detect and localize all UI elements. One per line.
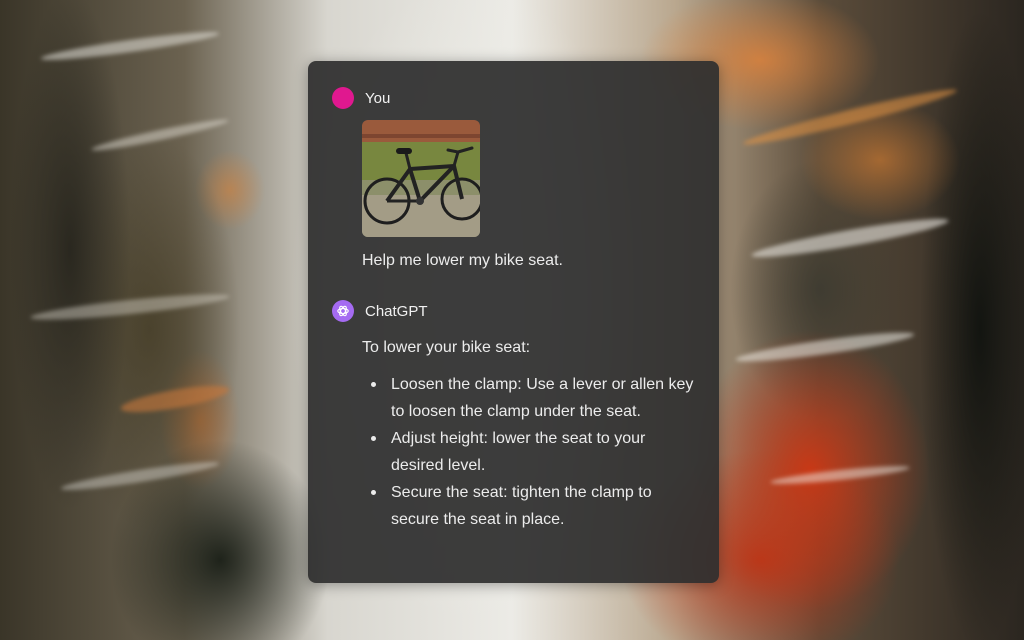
- background-streak: [119, 380, 231, 418]
- background-streak: [90, 115, 230, 155]
- list-item: Loosen the clamp: Use a lever or allen k…: [362, 371, 702, 425]
- bicycle-photo-icon: [362, 120, 480, 237]
- bike-photo-attachment[interactable]: [362, 120, 480, 237]
- list-item: Secure the seat: tighten the clamp to se…: [362, 479, 702, 533]
- user-avatar: [332, 87, 354, 109]
- background-streak: [769, 462, 911, 488]
- assistant-message-header: ChatGPT: [332, 300, 428, 322]
- user-message-text: Help me lower my bike seat.: [362, 252, 563, 269]
- openai-logo-icon: [337, 305, 349, 317]
- background-streak: [741, 83, 959, 151]
- chat-conversation-panel: You Help me lower my bike seat. ChatGPT …: [308, 61, 719, 583]
- background-streak: [29, 289, 231, 325]
- background-streak: [60, 457, 220, 495]
- list-item: Adjust height: lower the seat to your de…: [362, 425, 702, 479]
- user-message-header: You: [332, 87, 390, 109]
- background-streak: [734, 327, 916, 367]
- assistant-avatar: [332, 300, 354, 322]
- assistant-sender-name: ChatGPT: [365, 302, 428, 320]
- background-streak: [40, 27, 220, 65]
- user-sender-name: You: [365, 89, 391, 107]
- background-streak: [750, 212, 950, 264]
- assistant-intro-text: To lower your bike seat:: [362, 339, 531, 356]
- instruction-list: Loosen the clamp: Use a lever or allen k…: [362, 371, 702, 533]
